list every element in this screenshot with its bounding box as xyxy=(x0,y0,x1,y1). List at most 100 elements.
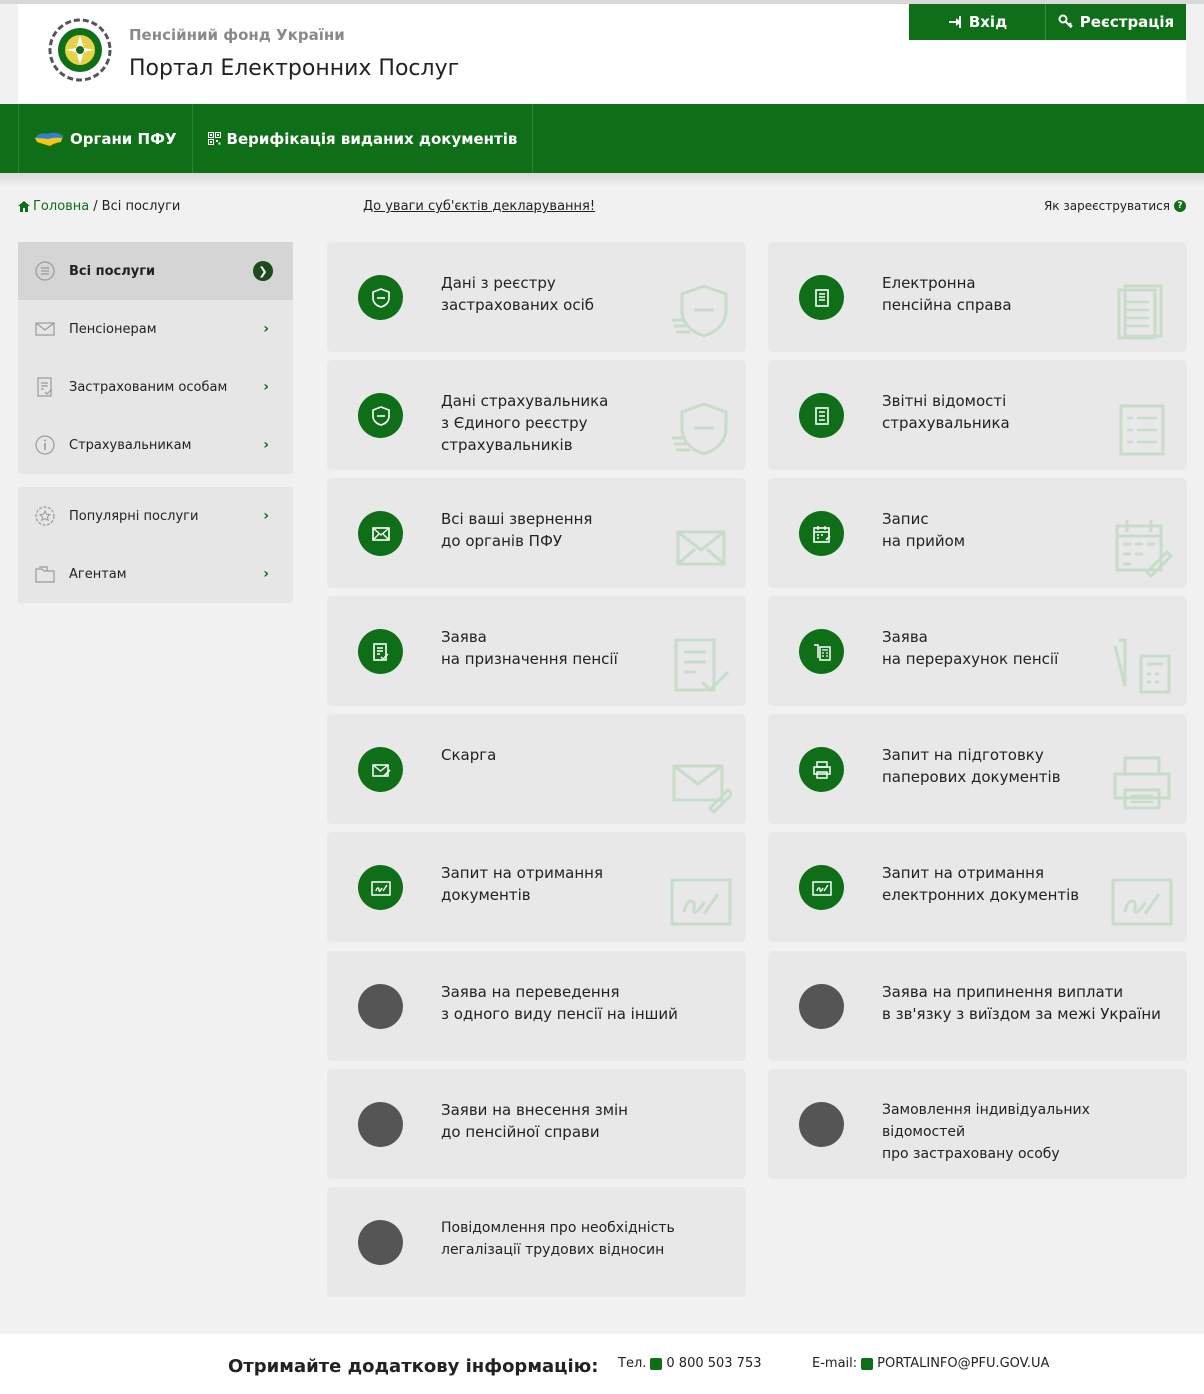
nav-item-verification[interactable]: Верифікація виданих документів xyxy=(191,104,534,173)
signature-icon xyxy=(1111,878,1173,926)
card-icon-circle xyxy=(358,275,403,320)
portal-name[interactable]: Портал Електронних Послуг xyxy=(129,56,459,81)
service-card-individual-records[interactable]: Замовлення індивідуальних відомостей про… xyxy=(768,1069,1187,1179)
sidebar-item-label: Популярні послуги xyxy=(69,508,199,524)
email-address: PORTALINFO@PFU.GOV.UA xyxy=(877,1356,1050,1371)
sidebar-categories: Всі послуги ❯ Пенсіонерам › Застраховани… xyxy=(18,242,293,474)
shield-icon xyxy=(371,287,390,308)
service-card-labor-legalization[interactable]: Повідомлення про необхідність легалізаці… xyxy=(327,1187,746,1297)
card-icon-circle xyxy=(799,747,844,792)
shield-icon xyxy=(672,402,728,456)
breadcrumb-home[interactable]: Головна xyxy=(18,199,89,214)
sign-in-icon xyxy=(948,16,961,28)
phone-label: Тел. xyxy=(618,1356,647,1371)
nav-label: Органи ПФУ xyxy=(70,129,177,148)
info-icon xyxy=(35,435,55,455)
card-icon-circle xyxy=(358,629,403,674)
envelope-icon xyxy=(861,1357,874,1370)
card-icon-circle xyxy=(799,275,844,320)
service-card-pension-transfer[interactable]: Заява на переведення з одного виду пенсі… xyxy=(327,951,746,1061)
signature-icon xyxy=(370,880,391,896)
list-icon xyxy=(35,261,55,281)
service-card-insurer-reports[interactable]: Звітні відомості страхувальника xyxy=(768,360,1187,470)
register-label: Реєстрація xyxy=(1079,13,1175,31)
nav-item-pfu-offices[interactable]: Органи ПФУ xyxy=(18,104,192,173)
service-card-insured-registry[interactable]: Дані з реєстру застрахованих осіб xyxy=(327,242,746,352)
calendar-icon xyxy=(812,525,831,543)
card-icon-circle xyxy=(799,1102,844,1147)
footer: Отримайте додаткову інформацію: Тел. 0 8… xyxy=(0,1334,1204,1394)
phone-number: 0 800 503 753 xyxy=(666,1356,762,1371)
key-icon xyxy=(1058,14,1073,29)
breadcrumb: Головна / Всі послуги xyxy=(18,199,180,214)
chevron-right-icon: › xyxy=(263,566,269,582)
sidebar-item-all-services[interactable]: Всі послуги ❯ xyxy=(18,242,293,300)
sidebar-item-label: Всі послуги xyxy=(69,263,156,279)
how-to-register-link[interactable]: Як зареєструватися ? xyxy=(1044,199,1186,213)
sidebar-item-insured[interactable]: Застрахованим особам › xyxy=(18,358,293,416)
home-icon xyxy=(18,201,30,212)
card-title: Замовлення індивідуальних відомостей про… xyxy=(882,1102,1090,1162)
org-name: Пенсійний фонд України xyxy=(129,26,345,44)
header: Пенсійний фонд України Портал Електронни… xyxy=(18,4,1186,104)
envelope-icon xyxy=(371,526,390,541)
footer-email[interactable]: E-mail: PORTALINFO@PFU.GOV.UA xyxy=(812,1356,1049,1371)
service-card-insurer-registry[interactable]: Дані страхувальника з Єдиного реєстру ст… xyxy=(327,360,746,470)
service-card-pension-recalculation[interactable]: Заява на перерахунок пенсії xyxy=(768,596,1187,706)
envelope-icon xyxy=(676,530,726,566)
service-card-appointment[interactable]: Запис на прийом xyxy=(768,478,1187,588)
document-check-icon xyxy=(37,377,53,397)
email-label: E-mail: xyxy=(812,1356,858,1371)
envelope-icon xyxy=(35,322,55,336)
printer-icon xyxy=(812,760,831,779)
card-title: Заява на припинення виплати в зв'язку з … xyxy=(882,983,1161,1023)
question-icon: ? xyxy=(1174,200,1186,212)
card-title: Заява на переведення з одного виду пенсі… xyxy=(441,983,678,1023)
card-icon-circle xyxy=(358,1220,403,1265)
card-icon-circle xyxy=(799,865,844,910)
pfu-logo-icon[interactable] xyxy=(48,18,112,82)
nav-shadow xyxy=(0,173,1204,187)
service-card-appeals[interactable]: Всі ваші звернення до органів ПФУ xyxy=(327,478,746,588)
footer-phone[interactable]: Тел. 0 800 503 753 xyxy=(618,1356,762,1371)
envelope-pen-icon xyxy=(371,763,391,777)
card-icon-circle xyxy=(799,629,844,674)
folder-icon xyxy=(35,566,55,583)
sidebar-item-agents[interactable]: Агентам › xyxy=(18,545,293,603)
card-title: Заяви на внесення змін до пенсійної спра… xyxy=(441,1101,628,1141)
chevron-right-icon: › xyxy=(263,437,269,453)
service-card-paper-documents[interactable]: Запит на підготовку паперових документів xyxy=(768,714,1187,824)
register-button[interactable]: Реєстрація xyxy=(1046,4,1186,40)
chevron-right-icon: ❯ xyxy=(253,261,273,281)
breadcrumb-separator: / xyxy=(93,199,98,214)
service-card-payment-termination[interactable]: Заява на припинення виплати в зв'язку з … xyxy=(768,951,1187,1061)
card-icon-circle xyxy=(358,393,403,438)
sidebar-item-label: Страхувальникам xyxy=(69,437,192,453)
card-icon-circle xyxy=(358,1102,403,1147)
service-card-complaint[interactable]: Скарга xyxy=(327,714,746,824)
phone-icon xyxy=(650,1357,663,1370)
sidebar-item-label: Застрахованим особам xyxy=(69,379,228,395)
nav-label: Верифікація виданих документів xyxy=(226,129,518,148)
declarants-notice-link[interactable]: До уваги суб'єктів декларування! xyxy=(363,199,595,214)
sidebar-item-popular[interactable]: Популярні послуги › xyxy=(18,487,293,545)
card-icon-circle xyxy=(358,511,403,556)
login-label: Вхід xyxy=(968,13,1008,31)
service-card-pension-assignment[interactable]: Заява на призначення пенсії xyxy=(327,596,746,706)
sidebar-extra: Популярні послуги › Агентам › xyxy=(18,487,293,603)
main-nav: Органи ПФУ Верифікація виданих документі… xyxy=(0,104,1204,173)
sidebar-item-label: Агентам xyxy=(69,566,127,582)
document-check-icon xyxy=(372,642,388,661)
footer-title: Отримайте додаткову інформацію: xyxy=(228,1356,599,1377)
service-card-documents-request[interactable]: Запит на отримання документів xyxy=(327,832,746,942)
service-card-pension-file-changes[interactable]: Заяви на внесення змін до пенсійної спра… xyxy=(327,1069,746,1179)
login-button[interactable]: Вхід xyxy=(909,4,1046,40)
signature-icon xyxy=(670,878,732,926)
shield-icon xyxy=(672,284,728,338)
auth-buttons: Вхід Реєстрація xyxy=(909,4,1186,40)
service-card-electronic-documents-request[interactable]: Запит на отримання електронних документі… xyxy=(768,832,1187,942)
sidebar-item-insurers[interactable]: Страхувальникам › xyxy=(18,416,293,474)
service-card-pension-file[interactable]: Електронна пенсійна справа xyxy=(768,242,1187,352)
card-icon-circle xyxy=(358,747,403,792)
sidebar-item-pensioners[interactable]: Пенсіонерам › xyxy=(18,300,293,358)
